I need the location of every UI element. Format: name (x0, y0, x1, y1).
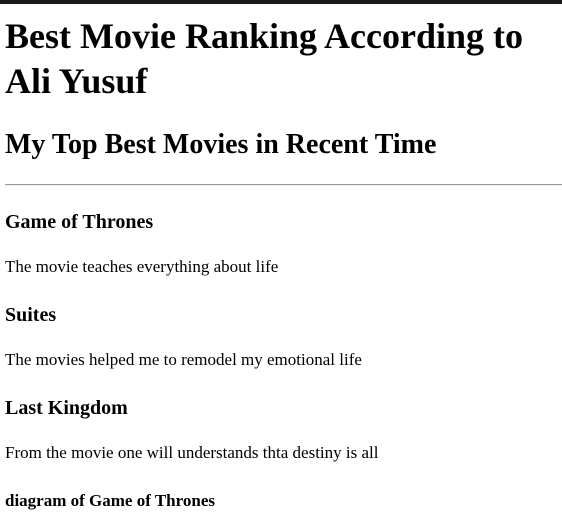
movie-description-game-of-thrones: The movie teaches everything about life (5, 257, 279, 276)
page-title: Best Movie Ranking According to Ali Yusu… (5, 14, 562, 104)
page-subtitle: My Top Best Movies in Recent Time (5, 129, 437, 160)
top-border-bar (0, 0, 562, 4)
movie-description-suites: The movies helped me to remodel my emoti… (5, 350, 362, 369)
diagram-heading: diagram of Game of Thrones (5, 491, 215, 510)
divider (5, 184, 562, 186)
movie-description-last-kingdom: From the movie one will understands thta… (5, 443, 379, 462)
movie-title-last-kingdom: Last Kingdom (5, 397, 128, 419)
page-title-line-2: Ali Yusuf (5, 61, 148, 101)
movie-title-suites: Suites (5, 304, 57, 326)
movie-list: Game of Thrones The movie teaches everyt… (5, 210, 562, 464)
movie-title-game-of-thrones: Game of Thrones (5, 211, 154, 233)
page-title-line-1: Best Movie Ranking According to (5, 16, 523, 56)
page-content: Best Movie Ranking According to Ali Yusu… (5, 14, 562, 512)
